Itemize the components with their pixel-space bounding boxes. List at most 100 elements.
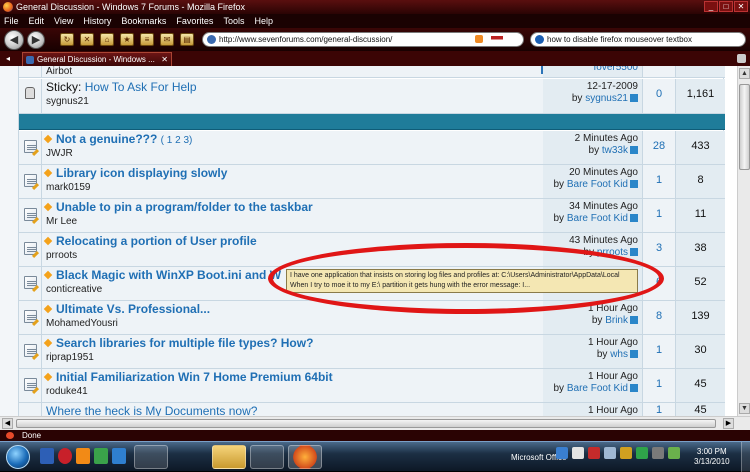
tray-flag-icon[interactable] (572, 447, 584, 459)
thread-title-link[interactable]: Library icon displaying slowly (56, 166, 227, 180)
bookmark-icon[interactable]: ★ (120, 33, 134, 46)
go-to-last-post-icon[interactable] (630, 146, 638, 155)
scroll-thumb[interactable] (739, 84, 750, 170)
thread-author[interactable]: Airbot (46, 66, 72, 77)
new-tab-icon[interactable]: ◂ (6, 54, 10, 63)
menu-favorites[interactable]: Favorites (176, 14, 213, 28)
show-desktop-button[interactable] (741, 442, 750, 472)
menu-view[interactable]: View (54, 14, 73, 28)
menu-bookmarks[interactable]: Bookmarks (121, 14, 166, 28)
thread-author[interactable]: Mr Lee (46, 216, 77, 227)
thread-author[interactable]: mark0159 (46, 182, 90, 193)
horizontal-scrollbar[interactable]: ◀ ▶ (0, 416, 750, 430)
clock[interactable]: 3:00 PM 3/13/2010 (694, 447, 730, 467)
go-to-last-post-icon[interactable] (630, 350, 638, 359)
toolbar-folder-icon[interactable]: ▤ (180, 33, 194, 46)
tray-shield-icon[interactable] (588, 447, 600, 459)
menu-tools[interactable]: Tools (223, 14, 244, 28)
firefox-taskbar-icon[interactable] (288, 445, 322, 469)
tab-close-icon[interactable]: ✕ (161, 53, 168, 66)
word-icon[interactable] (40, 448, 54, 464)
reply-count[interactable]: 1 (643, 208, 675, 220)
thread-title-link[interactable]: Not a genuine??? (56, 132, 157, 146)
minimize-button[interactable]: _ (704, 1, 718, 12)
reply-count[interactable]: 0 (643, 88, 675, 100)
menu-file[interactable]: File (4, 14, 19, 28)
thread-author[interactable]: prroots (46, 250, 77, 261)
explorer-icon[interactable] (212, 445, 246, 469)
maximize-button[interactable]: □ (719, 1, 733, 12)
close-button[interactable]: ✕ (734, 1, 748, 12)
thread-author[interactable]: MohamedYousri (46, 318, 118, 329)
reply-count[interactable]: 3 (643, 242, 675, 254)
stop-icon[interactable]: ✕ (80, 33, 94, 46)
scroll-up-icon[interactable]: ▲ (739, 68, 750, 79)
thread-title-link[interactable]: Where the heck is My Documents now? (46, 404, 257, 416)
reply-count[interactable]: 8 (643, 310, 675, 322)
toolbar-mail-icon[interactable]: ✉ (160, 33, 174, 46)
go-to-last-post-icon[interactable] (630, 384, 638, 393)
reply-count[interactable]: 1 (643, 174, 675, 186)
reply-count[interactable]: 1 (643, 344, 675, 356)
go-to-last-post-icon[interactable] (630, 214, 638, 223)
last-post-user[interactable]: sygnus21 (585, 93, 628, 104)
forward-button[interactable]: ▶ (27, 31, 45, 49)
last-post-user[interactable]: fover5500 (594, 66, 638, 73)
app-icon-green[interactable] (94, 448, 108, 464)
reply-count[interactable]: 1 (643, 404, 675, 416)
search-box[interactable]: how to disable firefox mouseover textbox (530, 32, 746, 47)
scroll-left-icon[interactable]: ◀ (2, 418, 13, 429)
last-post-user[interactable]: Bare Foot Kid (567, 383, 628, 394)
go-to-last-post-icon[interactable] (630, 316, 638, 325)
scroll-down-icon[interactable]: ▼ (739, 403, 750, 414)
thread-title-link[interactable]: Ultimate Vs. Professional... (56, 302, 210, 316)
recycle-bin-icon[interactable] (134, 445, 168, 469)
reload-icon[interactable]: ↻ (60, 33, 74, 46)
app-icon-blue[interactable] (112, 448, 126, 464)
tab-general-discussion[interactable]: General Discussion - Windows ... ✕ (22, 52, 172, 66)
back-button[interactable]: ◀ (4, 30, 24, 50)
thread-title-link[interactable]: How To Ask For Help (85, 80, 197, 94)
vlc-icon[interactable] (76, 448, 90, 464)
tray-network-icon[interactable] (556, 447, 568, 459)
go-to-last-post-icon[interactable] (630, 180, 638, 189)
home-icon[interactable]: ⌂ (100, 33, 114, 46)
tray-power-icon[interactable] (668, 447, 680, 459)
thread-author[interactable]: conticreative (46, 284, 102, 295)
start-button[interactable] (6, 445, 30, 469)
search-engine-icon[interactable] (535, 35, 544, 44)
go-to-last-post-icon[interactable] (630, 248, 638, 257)
reply-count[interactable]: 28 (643, 140, 675, 152)
computer-icon[interactable] (250, 445, 284, 469)
last-post-user[interactable]: Brink (605, 315, 628, 326)
reply-count[interactable]: 1 (643, 378, 675, 390)
toolbar-tool-icon[interactable]: ≡ (140, 33, 154, 46)
thread-title-link[interactable]: Relocating a portion of User profile (56, 234, 257, 248)
thread-title-link[interactable]: Search libraries for multiple file types… (56, 336, 313, 350)
last-post-user[interactable]: whs (610, 349, 628, 360)
horizontal-scroll-thumb[interactable] (16, 419, 716, 428)
go-to-last-post-icon[interactable] (630, 94, 638, 103)
tray-volume-icon[interactable] (604, 447, 616, 459)
menu-edit[interactable]: Edit (29, 14, 45, 28)
thread-author[interactable]: riprap1951 (46, 352, 94, 363)
last-post-user[interactable]: tw33k (602, 145, 628, 156)
tray-app-icon-2[interactable] (636, 447, 648, 459)
tray-app-icon[interactable] (620, 447, 632, 459)
address-bar[interactable]: http://www.sevenforums.com/general-discu… (202, 32, 524, 47)
last-post-user[interactable]: Bare Foot Kid (567, 213, 628, 224)
vertical-scrollbar[interactable]: ▲ ▼ (737, 66, 750, 416)
thread-title-link[interactable]: Initial Familiarization Win 7 Home Premi… (56, 370, 333, 384)
thread-author[interactable]: JWJR (46, 148, 73, 159)
rss-icon[interactable] (475, 35, 483, 43)
scroll-right-icon[interactable]: ▶ (723, 418, 734, 429)
thread-author[interactable]: roduke41 (46, 386, 88, 397)
list-tabs-icon[interactable] (737, 54, 746, 63)
menu-history[interactable]: History (83, 14, 111, 28)
thread-title-link[interactable]: Unable to pin a program/folder to the ta… (56, 200, 313, 214)
menu-help[interactable]: Help (254, 14, 273, 28)
tray-app-icon-3[interactable] (652, 447, 664, 459)
opera-icon[interactable] (58, 448, 72, 464)
thread-pages[interactable]: ( 1 2 3) (161, 135, 193, 146)
thread-title-link[interactable]: Black Magic with WinXP Boot.ini and W (56, 268, 281, 282)
